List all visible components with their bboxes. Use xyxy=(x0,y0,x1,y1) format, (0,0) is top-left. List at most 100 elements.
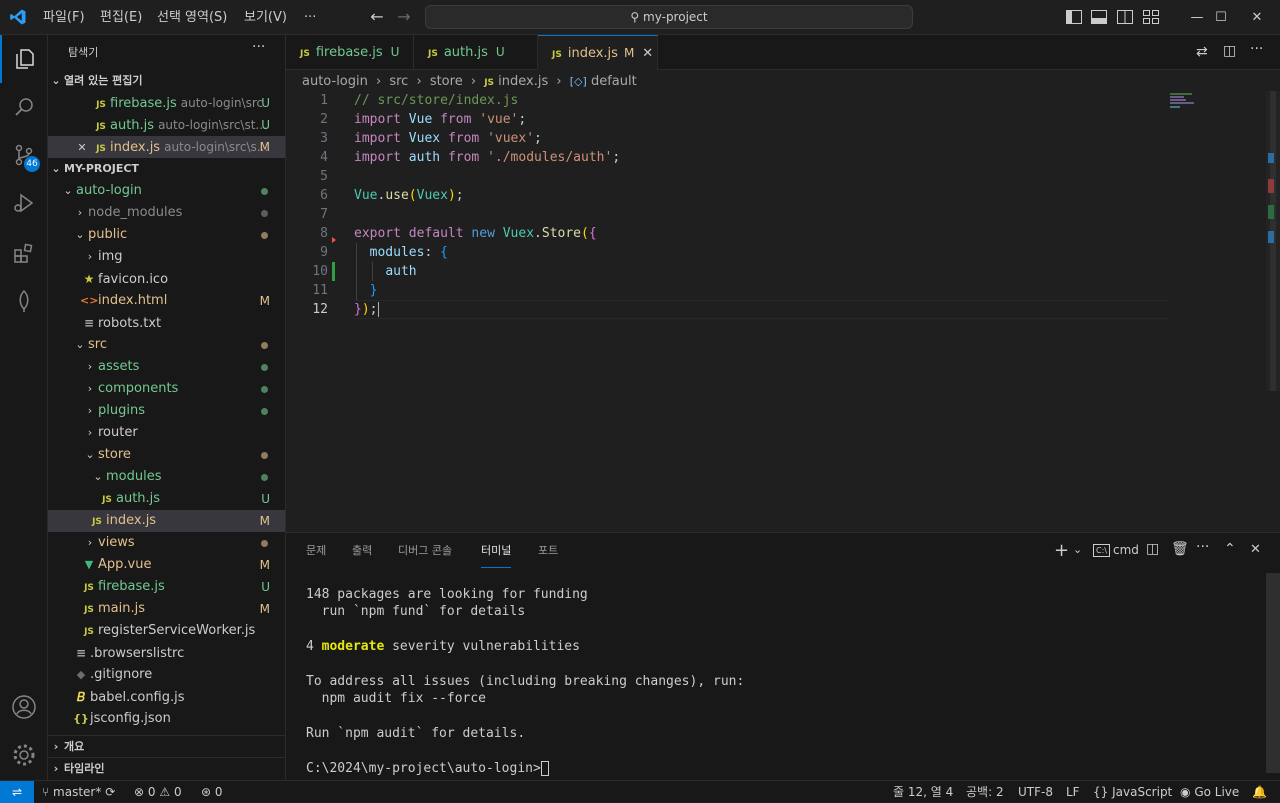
open-editors-header[interactable]: ⌄ 열려 있는 편집기 xyxy=(48,70,285,92)
tab-index[interactable]: JS index.js M ✕ xyxy=(538,35,658,70)
toggle-secondary-sidebar-icon[interactable] xyxy=(1117,10,1133,24)
open-editor-item[interactable]: JS firebase.js auto-login\src U xyxy=(48,92,285,114)
split-editor-icon[interactable]: ◫ xyxy=(1223,43,1236,59)
terminal-line: To address all issues (including breakin… xyxy=(306,674,745,689)
tree-folder[interactable]: › assets xyxy=(48,356,285,378)
tree-folder[interactable]: › img xyxy=(48,246,285,268)
panel-tab-terminal[interactable]: 터미널 xyxy=(481,533,512,568)
explorer-icon[interactable] xyxy=(0,35,48,83)
new-terminal-icon[interactable]: + xyxy=(1054,540,1069,561)
menu-view[interactable]: 보기(V) xyxy=(237,0,294,35)
tree-file[interactable]: ≡ .browserslistrc xyxy=(48,642,285,664)
tree-file[interactable]: ◆ .gitignore xyxy=(48,664,285,686)
editor-tabs: JS firebase.js U JS auth.js U JS index.js M ✕ ⇄… xyxy=(286,35,1280,70)
tree-folder[interactable]: › components xyxy=(48,378,285,400)
more-actions-icon[interactable]: ··· xyxy=(252,39,265,55)
close-panel-icon[interactable]: ✕ xyxy=(1250,542,1261,557)
outline-header[interactable]: › 개요 xyxy=(48,735,285,757)
tree-folder[interactable]: ⌄ src xyxy=(48,334,285,356)
command-center-search[interactable]: ⚲ my-project xyxy=(425,5,913,29)
go-live-button[interactable]: ◉ Go Live xyxy=(1180,781,1239,803)
breadcrumb-file[interactable]: index.js xyxy=(498,74,548,89)
timeline-header[interactable]: › 타임라인 xyxy=(48,757,285,779)
panel-tab-ports[interactable]: 포트 xyxy=(538,533,558,568)
tree-folder[interactable]: › plugins xyxy=(48,400,285,422)
cursor-position[interactable]: 줄 12, 열 4 xyxy=(893,781,953,803)
tree-file[interactable]: JS index.js M xyxy=(48,510,285,532)
branch-indicator[interactable]: ⑂ master* ⟳ xyxy=(42,781,115,803)
open-editor-item[interactable]: ✕ JS index.js auto-login\src\s... M xyxy=(48,136,285,159)
indentation[interactable]: 공백: 2 xyxy=(966,781,1004,803)
trash-icon[interactable]: 🗑 xyxy=(1171,541,1189,557)
tree-file[interactable]: {}jsconfig.json xyxy=(48,708,285,730)
accounts-icon[interactable] xyxy=(0,683,48,731)
close-window-icon[interactable]: ✕ xyxy=(1234,0,1280,35)
source-control-icon[interactable] xyxy=(0,131,48,179)
tree-folder[interactable]: › node_modules xyxy=(48,202,285,224)
terminal-scrollbar[interactable] xyxy=(1266,573,1280,773)
toggle-panel-icon[interactable] xyxy=(1091,10,1107,24)
tree-file[interactable]: JS auth.js U xyxy=(48,488,285,510)
tree-file[interactable]: ▼ App.vue M xyxy=(48,554,285,576)
tree-file[interactable]: ≡ robots.txt xyxy=(48,312,285,334)
menu-edit[interactable]: 편집(E) xyxy=(93,0,149,35)
split-terminal-icon[interactable]: ◫ xyxy=(1146,541,1159,557)
tree-file[interactable]: 𝐵babel.config.js xyxy=(48,686,285,708)
panel-tab-problems[interactable]: 문제 xyxy=(306,533,326,568)
encoding[interactable]: UTF-8 xyxy=(1018,781,1053,803)
remote-indicator-icon[interactable]: ⇌ xyxy=(0,781,34,803)
minimap[interactable] xyxy=(1166,91,1266,131)
maximize-panel-icon[interactable]: ⌃ xyxy=(1224,541,1236,557)
tree-folder[interactable]: ⌄ store xyxy=(48,444,285,466)
notifications-bell-icon[interactable]: 🔔 xyxy=(1252,781,1267,803)
close-icon[interactable]: ✕ xyxy=(72,137,92,159)
toggle-primary-sidebar-icon[interactable] xyxy=(1066,10,1082,24)
compare-changes-icon[interactable]: ⇄ xyxy=(1196,44,1208,60)
code-editor[interactable]: 1 2 3 4 5 6 7 8 9 10 11 12 // src/store/… xyxy=(286,91,1280,531)
tree-folder[interactable]: › router xyxy=(48,422,285,444)
menu-selection[interactable]: 선택 영역(S) xyxy=(150,0,234,35)
project-header[interactable]: ⌄ MY-PROJECT xyxy=(48,158,285,180)
chevron-down-icon[interactable]: ⌄ xyxy=(1073,543,1082,556)
tree-file[interactable]: ★ favicon.ico xyxy=(48,268,285,290)
language-mode[interactable]: {} JavaScript xyxy=(1093,781,1172,803)
terminal-prompt[interactable]: C:\2024\my-project\auto-login> xyxy=(306,760,549,777)
settings-gear-icon[interactable] xyxy=(0,731,48,779)
tree-file[interactable]: JS registerServiceWorker.js xyxy=(48,620,285,642)
tree-folder[interactable]: ⌄ auto-login xyxy=(48,180,285,202)
breadcrumb-folder[interactable]: auto-login xyxy=(302,74,368,89)
close-tab-icon[interactable]: ✕ xyxy=(642,46,653,61)
ports-indicator[interactable]: ⊛ 0 xyxy=(201,781,223,803)
extensions-icon[interactable] xyxy=(0,229,48,277)
menu-file[interactable]: 파일(F) xyxy=(36,0,92,35)
panel-tab-debug-console[interactable]: 디버그 콘솔 xyxy=(398,533,452,568)
end-of-line[interactable]: LF xyxy=(1066,781,1080,803)
customize-layout-icon[interactable] xyxy=(1143,10,1159,24)
vertical-scrollbar[interactable] xyxy=(1266,91,1280,391)
menu-more[interactable]: ··· xyxy=(297,0,323,35)
more-actions-icon[interactable]: ··· xyxy=(1196,539,1209,555)
tab-auth[interactable]: JS auth.js U xyxy=(414,35,538,70)
breadcrumb-folder[interactable]: store xyxy=(430,74,463,89)
search-icon[interactable] xyxy=(0,83,48,131)
forward-arrow-icon[interactable]: → xyxy=(395,8,413,26)
back-arrow-icon[interactable]: ← xyxy=(368,8,386,26)
terminal-shell-label[interactable]: cmd xyxy=(1113,543,1139,557)
run-debug-icon[interactable] xyxy=(0,179,48,227)
tree-folder[interactable]: ⌄ public xyxy=(48,224,285,246)
breadcrumb-folder[interactable]: src xyxy=(389,74,408,89)
tree-file[interactable]: JS main.js M xyxy=(48,598,285,620)
search-icon: ⚲ xyxy=(630,10,640,24)
open-editor-item[interactable]: JS auth.js auto-login\src\st... U xyxy=(48,114,285,136)
mongodb-leaf-icon[interactable] xyxy=(0,277,48,325)
tree-file[interactable]: JS firebase.js U xyxy=(48,576,285,598)
problems-indicator[interactable]: ⊗ 0 ⚠ 0 xyxy=(134,781,182,803)
tree-file[interactable]: <>index.html M xyxy=(48,290,285,312)
more-actions-icon[interactable]: ··· xyxy=(1250,41,1263,57)
breadcrumb-symbol[interactable]: default xyxy=(591,74,637,89)
chevron-down-icon: ⌄ xyxy=(85,448,95,461)
tab-firebase[interactable]: JS firebase.js U xyxy=(286,35,414,70)
panel-tab-output[interactable]: 출력 xyxy=(352,533,372,568)
tree-folder[interactable]: ⌄ modules xyxy=(48,466,285,488)
tree-folder[interactable]: › views xyxy=(48,532,285,554)
